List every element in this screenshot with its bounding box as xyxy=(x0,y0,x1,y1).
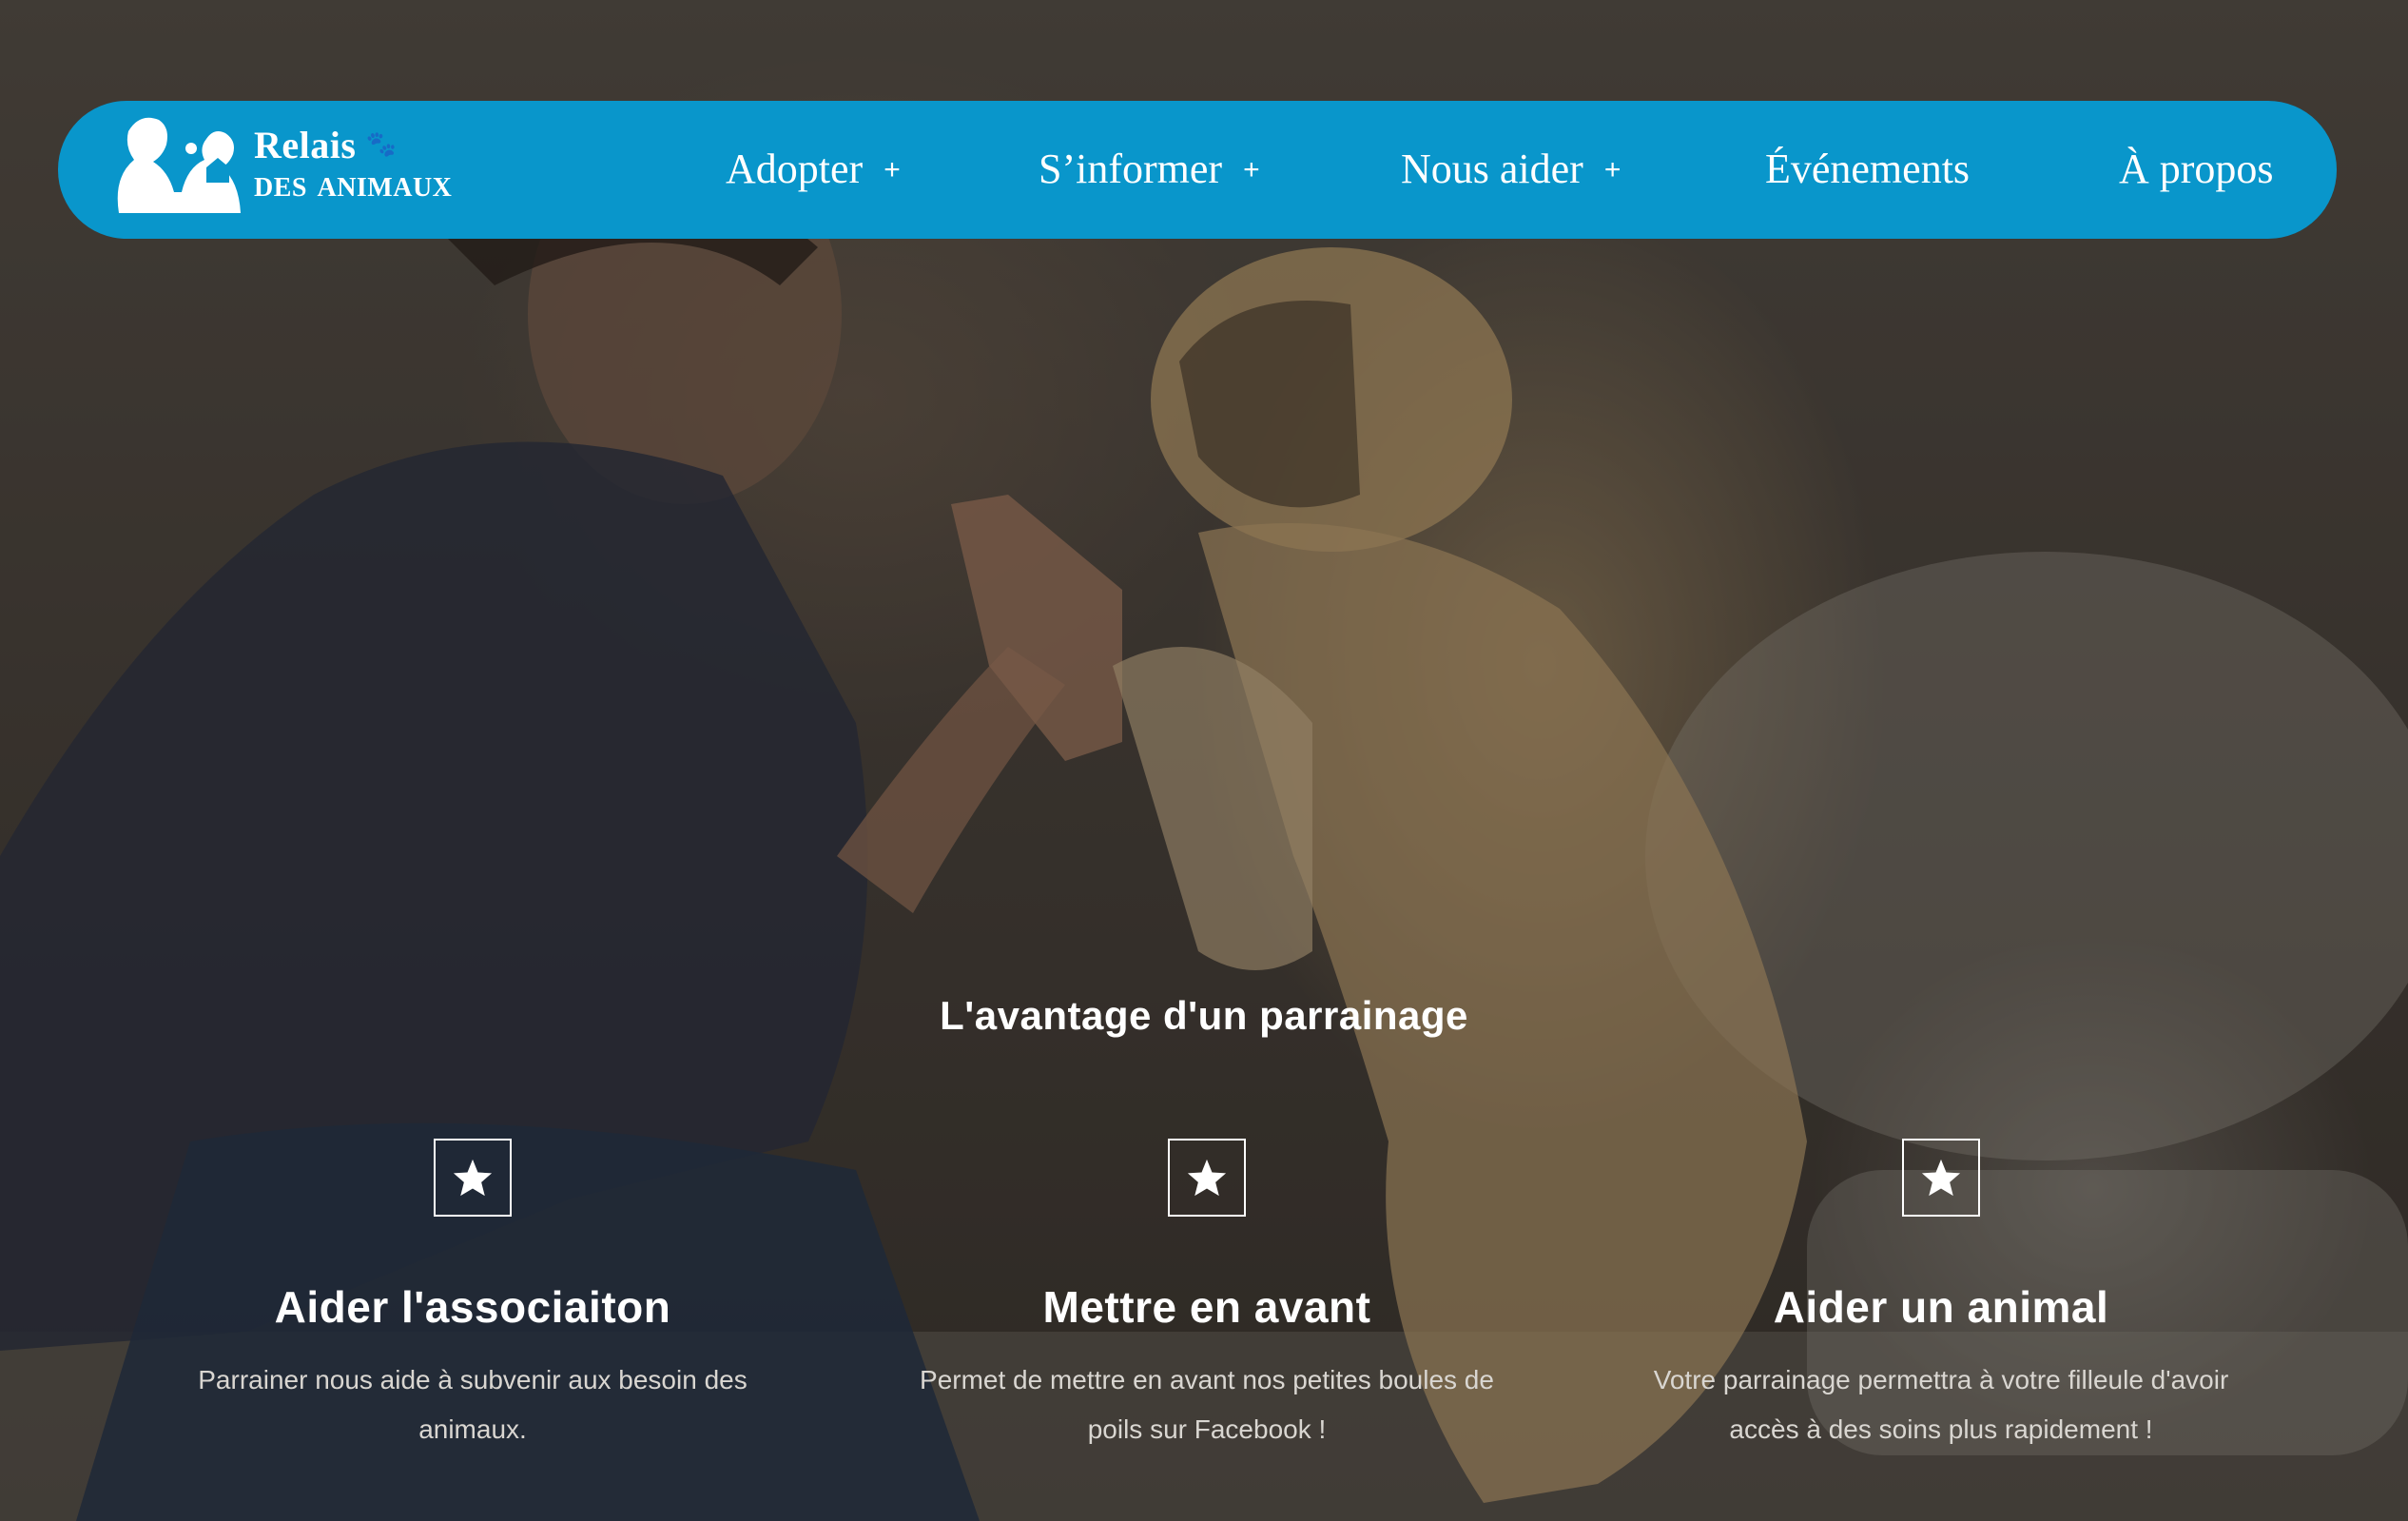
nav-evenements-label: Événements xyxy=(1765,146,1971,192)
logo-person-pet-icon xyxy=(117,117,241,213)
plus-icon: + xyxy=(884,154,901,185)
plus-icon: + xyxy=(1243,154,1260,185)
plus-icon: + xyxy=(1603,154,1622,185)
feature-card: Aider un animal Votre parrainage permett… xyxy=(1637,1139,2245,1454)
feature-text: Parrainer nous aide à subvenir aux besoi… xyxy=(198,1365,748,1444)
nav-a-propos-label: À propos xyxy=(2119,146,2274,192)
star-icon xyxy=(1168,1139,1246,1217)
nav-adopter-label: Adopter xyxy=(726,146,864,192)
star-icon xyxy=(1902,1139,1980,1217)
feature-title: Mettre en avant xyxy=(1042,1282,1371,1332)
feature-card: Aider l'associaiton Parrainer nous aide … xyxy=(168,1139,777,1454)
nav-evenements[interactable]: Événements xyxy=(1765,139,1970,200)
logo-line-2: des animaux xyxy=(254,162,453,205)
nav-a-propos[interactable]: À propos xyxy=(2119,139,2274,200)
nav-nous-aider[interactable]: Nous aider + xyxy=(1401,139,1621,200)
nav-nous-aider-label: Nous aider xyxy=(1401,146,1583,192)
section-title: L'avantage d'un parrainage xyxy=(940,993,1468,1038)
nav-sinformer[interactable]: S’informer + xyxy=(1039,139,1260,200)
nav-adopter[interactable]: Adopter + xyxy=(726,139,901,200)
feature-text: Votre parrainage permettra à votre fille… xyxy=(1653,1365,2229,1444)
nav-sinformer-label: S’informer xyxy=(1039,146,1223,192)
feature-card: Mettre en avant Permet de mettre en avan… xyxy=(903,1139,1511,1454)
logo-line-1: Relais xyxy=(254,124,357,166)
star-icon xyxy=(434,1139,512,1217)
site-logo[interactable]: Relais 🐾 des animaux xyxy=(111,110,530,229)
feature-title: Aider un animal xyxy=(1773,1282,2109,1332)
feature-title: Aider l'associaiton xyxy=(274,1282,671,1332)
feature-text: Permet de mettre en avant nos petites bo… xyxy=(920,1365,1494,1444)
paw-icon: 🐾 xyxy=(365,130,398,158)
logo-wordmark: Relais 🐾 des animaux xyxy=(254,126,452,203)
main-navbar: Relais 🐾 des animaux Adopter + S’informer +… xyxy=(58,101,2337,239)
